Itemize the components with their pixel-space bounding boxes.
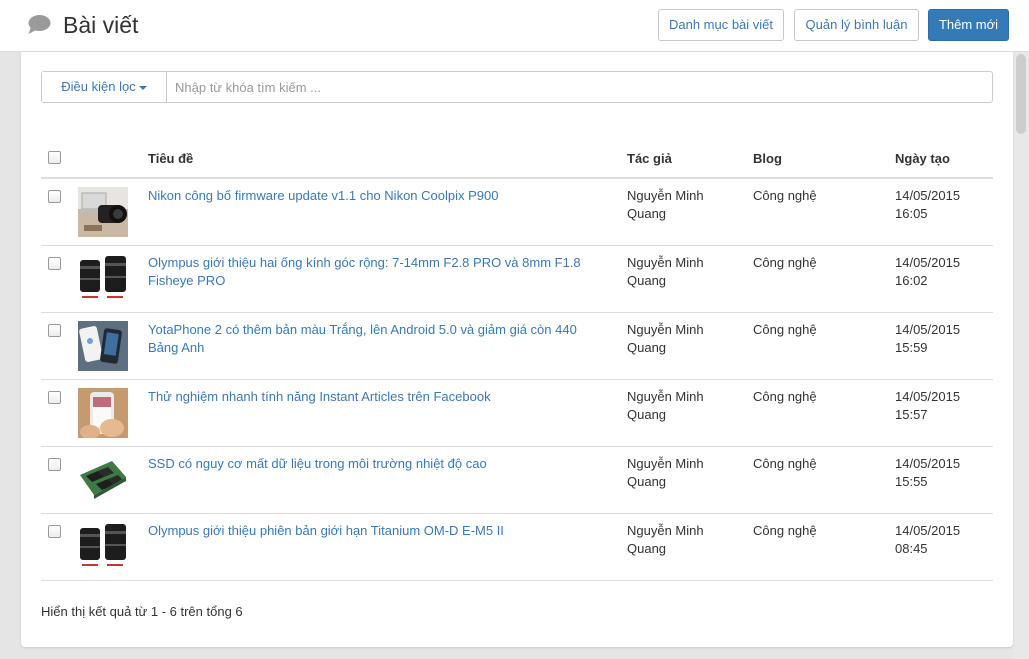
post-author: Nguyễn Minh Quang	[627, 388, 732, 424]
created-date: 14/05/2015	[895, 322, 961, 337]
post-title-link[interactable]: Thử nghiệm nhanh tính năng Instant Artic…	[148, 388, 598, 406]
created-time: 16:05	[895, 206, 928, 221]
filter-conditions-button[interactable]: Điều kiện lọc	[42, 72, 167, 102]
scrollbar-track[interactable]	[1013, 52, 1029, 659]
post-created: 14/05/2015 15:55	[895, 455, 985, 491]
author-last-name: Quang	[627, 273, 667, 288]
author-last-name: Quang	[627, 541, 667, 556]
page-header: Bài viết Danh mục bài viết Quản lý bình …	[0, 0, 1029, 52]
search-input[interactable]	[167, 72, 992, 102]
post-title-link[interactable]: Olympus giới thiệu hai ống kính góc rộng…	[148, 254, 598, 290]
author-first-name: Nguyễn Minh	[627, 389, 704, 404]
created-time: 15:55	[895, 474, 928, 489]
author-last-name: Quang	[627, 206, 667, 221]
phone-in-hand-thumbnail[interactable]	[78, 388, 128, 438]
column-header-created[interactable]: Ngày tạo	[895, 151, 950, 166]
table-row: Thử nghiệm nhanh tính năng Instant Artic…	[41, 380, 993, 447]
filter-conditions-label: Điều kiện lọc	[61, 79, 136, 94]
post-created: 14/05/2015 15:59	[895, 321, 985, 357]
column-header-title[interactable]: Tiêu đề	[148, 151, 193, 166]
table-row: SSD có nguy cơ mất dữ liệu trong môi trư…	[41, 447, 993, 514]
created-date: 14/05/2015	[895, 523, 961, 538]
post-blog: Công nghệ	[753, 322, 817, 337]
comment-icon	[28, 15, 51, 34]
page-title: Bài viết	[63, 12, 139, 38]
row-checkbox[interactable]	[48, 324, 61, 337]
add-new-button[interactable]: Thêm mới	[928, 9, 1009, 41]
post-title-link[interactable]: Nikon công bố firmware update v1.1 cho N…	[148, 187, 598, 205]
page-title-group: Bài viết	[27, 11, 138, 39]
post-title-link[interactable]: YotaPhone 2 có thêm bản màu Trắng, lên A…	[148, 321, 598, 357]
ssd-board-thumbnail[interactable]	[78, 455, 128, 505]
author-first-name: Nguyễn Minh	[627, 255, 704, 270]
row-checkbox[interactable]	[48, 257, 61, 270]
post-blog: Công nghệ	[753, 389, 817, 404]
author-first-name: Nguyễn Minh	[627, 523, 704, 538]
author-last-name: Quang	[627, 474, 667, 489]
author-last-name: Quang	[627, 340, 667, 355]
created-date: 14/05/2015	[895, 456, 961, 471]
table-row: YotaPhone 2 có thêm bản màu Trắng, lên A…	[41, 313, 993, 380]
author-last-name: Quang	[627, 407, 667, 422]
post-author: Nguyễn Minh Quang	[627, 321, 732, 357]
created-date: 14/05/2015	[895, 389, 961, 404]
post-categories-button[interactable]: Danh mục bài viết	[658, 9, 784, 41]
camera-lenses-thumbnail[interactable]	[78, 522, 128, 572]
camera-lenses-thumbnail[interactable]	[78, 254, 128, 304]
post-blog: Công nghệ	[753, 456, 817, 471]
camera-laptop-thumbnail[interactable]	[78, 187, 128, 237]
post-blog: Công nghệ	[753, 523, 817, 538]
row-checkbox[interactable]	[48, 525, 61, 538]
caret-down-icon	[138, 85, 147, 90]
post-created: 14/05/2015 16:05	[895, 187, 985, 223]
column-header-blog[interactable]: Blog	[753, 151, 782, 166]
post-blog: Công nghệ	[753, 255, 817, 270]
table-row: Olympus giới thiệu hai ống kính góc rộng…	[41, 246, 993, 313]
post-created: 14/05/2015 15:57	[895, 388, 985, 424]
post-blog: Công nghệ	[753, 188, 817, 203]
author-first-name: Nguyễn Minh	[627, 322, 704, 337]
post-title-link[interactable]: Olympus giới thiệu phiên bản giới hạn Ti…	[148, 522, 598, 540]
created-time: 15:59	[895, 340, 928, 355]
smartphones-thumbnail[interactable]	[78, 321, 128, 371]
created-time: 15:57	[895, 407, 928, 422]
author-first-name: Nguyễn Minh	[627, 188, 704, 203]
select-all-checkbox[interactable]	[48, 151, 61, 164]
created-time: 16:02	[895, 273, 928, 288]
created-date: 14/05/2015	[895, 188, 961, 203]
column-header-author[interactable]: Tác giả	[627, 151, 672, 166]
post-title-link[interactable]: SSD có nguy cơ mất dữ liệu trong môi trư…	[148, 455, 598, 473]
post-author: Nguyễn Minh Quang	[627, 522, 732, 558]
manage-comments-button[interactable]: Quản lý bình luận	[794, 9, 919, 41]
scrollbar-thumb[interactable]	[1016, 54, 1026, 134]
author-first-name: Nguyễn Minh	[627, 456, 704, 471]
post-author: Nguyễn Minh Quang	[627, 455, 732, 491]
filter-bar: Điều kiện lọc	[41, 71, 993, 103]
row-checkbox[interactable]	[48, 458, 61, 471]
pagination-summary: Hiển thị kết quả từ 1 - 6 trên tổng 6	[41, 604, 243, 619]
table-row: Olympus giới thiệu phiên bản giới hạn Ti…	[41, 514, 993, 581]
created-time: 08:45	[895, 541, 928, 556]
post-created: 14/05/2015 08:45	[895, 522, 985, 558]
row-checkbox[interactable]	[48, 391, 61, 404]
table-row: Nikon công bố firmware update v1.1 cho N…	[41, 179, 993, 246]
post-created: 14/05/2015 16:02	[895, 254, 985, 290]
post-author: Nguyễn Minh Quang	[627, 254, 732, 290]
post-author: Nguyễn Minh Quang	[627, 187, 732, 223]
created-date: 14/05/2015	[895, 255, 961, 270]
row-checkbox[interactable]	[48, 190, 61, 203]
